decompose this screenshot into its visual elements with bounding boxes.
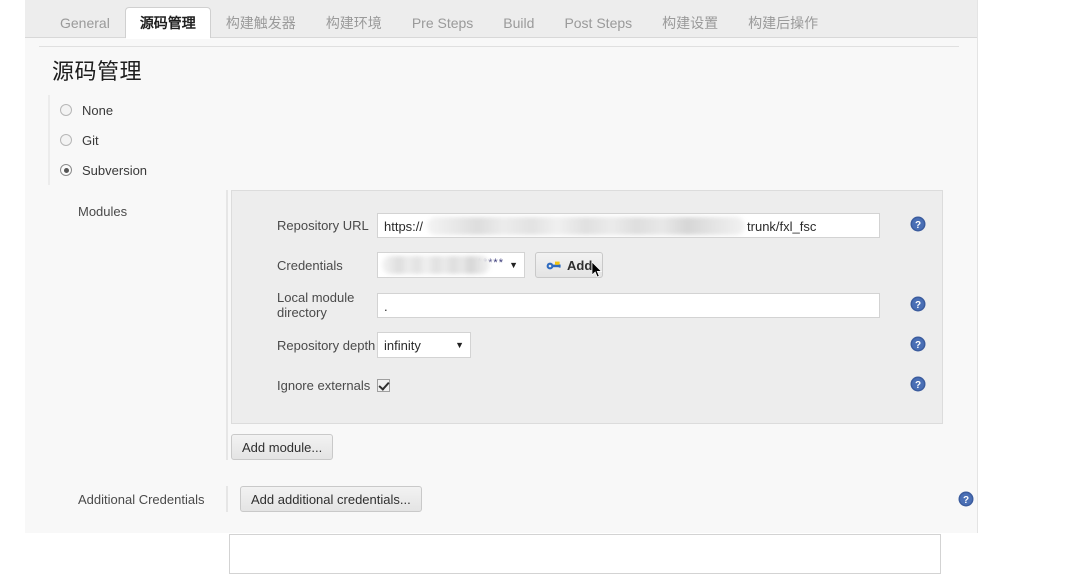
page-title: 源码管理 xyxy=(52,59,143,84)
tab-build[interactable]: Build xyxy=(488,7,549,38)
tab-build-triggers[interactable]: 构建触发器 xyxy=(211,7,311,38)
tab-label: 源码管理 xyxy=(139,15,196,31)
field-repository-url: Repository URL https:// trunk/fxl_fsc ? xyxy=(232,205,942,245)
field-label: Ignore externals xyxy=(277,377,371,393)
help-icon[interactable]: ? xyxy=(910,296,926,312)
additional-credentials-control: Add additional credentials... xyxy=(226,486,978,512)
field-credentials: Credentials ***** ▼ Add xyxy=(232,245,942,285)
tab-label: Post Steps xyxy=(564,15,633,31)
next-field-label-partial xyxy=(48,534,226,544)
local-module-directory-input[interactable]: . xyxy=(377,292,880,318)
modules-row: Modules Repository URL https:// trunk/fxl… xyxy=(48,190,978,460)
tab-label: 构建环境 xyxy=(325,15,382,31)
tab-build-settings[interactable]: 构建设置 xyxy=(647,7,733,38)
field-local-module-directory: Local module directory . ? xyxy=(232,285,942,325)
help-icon[interactable]: ? xyxy=(958,491,974,507)
add-module-button[interactable]: Add module... xyxy=(231,434,334,460)
tab-source-code-management[interactable]: 源码管理 xyxy=(124,7,211,39)
heading-divider xyxy=(39,46,959,47)
radio-icon[interactable] xyxy=(60,134,72,146)
tab-post-steps[interactable]: Post Steps xyxy=(549,7,647,38)
scm-option-label: None xyxy=(82,102,114,118)
tab-label: Build xyxy=(503,15,535,31)
scm-option-label: Git xyxy=(82,132,99,148)
add-button-label: Add xyxy=(567,257,593,273)
chevron-down-icon: ▼ xyxy=(509,259,518,270)
help-icon[interactable]: ? xyxy=(910,216,926,232)
add-credentials-button[interactable]: Add xyxy=(535,252,604,278)
field-control: https:// trunk/fxl_fsc xyxy=(377,212,942,238)
repository-url-input[interactable]: https:// trunk/fxl_fsc xyxy=(377,212,880,238)
svg-text:?: ? xyxy=(963,495,969,506)
radio-icon[interactable] xyxy=(60,104,72,116)
field-label: Repository depth xyxy=(277,337,376,353)
field-ignore-externals: Ignore externals ? xyxy=(232,365,942,405)
tab-label: 构建设置 xyxy=(662,15,719,31)
tab-build-environment[interactable]: 构建环境 xyxy=(311,7,397,38)
credentials-select[interactable]: ***** ▼ xyxy=(377,252,525,278)
redaction-blur xyxy=(382,256,490,274)
chevron-down-icon: ▼ xyxy=(455,339,464,350)
svg-text:?: ? xyxy=(915,380,921,391)
svg-text:?: ? xyxy=(915,220,921,231)
repository-depth-select[interactable]: infinity ▼ xyxy=(377,332,471,358)
field-label: Repository URL xyxy=(277,217,369,233)
help-icon[interactable]: ? xyxy=(910,336,926,352)
svg-text:?: ? xyxy=(915,300,921,311)
scm-option-none[interactable]: None xyxy=(60,95,953,125)
add-additional-credentials-button[interactable]: Add additional credentials... xyxy=(240,486,422,512)
redaction-blur xyxy=(427,216,745,235)
tab-post-build-actions[interactable]: 构建后操作 xyxy=(733,7,833,38)
repository-url-suffix: trunk/fxl_fsc xyxy=(747,218,817,234)
tab-pre-steps[interactable]: Pre Steps xyxy=(397,7,488,38)
help-icon[interactable]: ? xyxy=(910,376,926,392)
svg-text:?: ? xyxy=(915,340,921,351)
tab-label: Pre Steps xyxy=(411,15,474,31)
radio-icon-selected[interactable] xyxy=(60,164,72,176)
field-repository-depth: Repository depth infinity ▼ ? xyxy=(232,325,942,365)
repository-depth-value: infinity xyxy=(384,337,421,353)
field-control: ***** ▼ Add xyxy=(377,252,942,278)
next-field-row-partial xyxy=(48,534,978,574)
modules-label: Modules xyxy=(78,204,128,219)
field-label: Local module directory xyxy=(277,290,355,320)
scm-radio-group: None Git Subversion xyxy=(48,95,953,185)
additional-credentials-label: Additional Credentials xyxy=(78,491,205,507)
field-control: infinity ▼ xyxy=(377,332,942,358)
scm-option-git[interactable]: Git xyxy=(60,125,953,155)
jenkins-job-config-page: General 源码管理 构建触发器 构建环境 Pre Steps Build … xyxy=(0,0,1079,574)
field-label: Credentials xyxy=(277,257,343,273)
config-tab-bar: General 源码管理 构建触发器 构建环境 Pre Steps Build … xyxy=(25,0,977,39)
tab-label: General xyxy=(60,15,110,31)
key-icon xyxy=(546,261,561,270)
repository-url-prefix: https:// xyxy=(384,218,424,234)
module-panel: Repository URL https:// trunk/fxl_fsc ? C… xyxy=(231,190,943,424)
field-control xyxy=(377,378,942,392)
additional-credentials-row: Additional Credentials Add additional cr… xyxy=(48,486,978,512)
modules-panel-wrap: Repository URL https:// trunk/fxl_fsc ? C… xyxy=(226,190,978,460)
ignore-externals-checkbox[interactable] xyxy=(377,378,390,392)
tab-general[interactable]: General xyxy=(45,7,125,38)
tab-label: 构建触发器 xyxy=(225,15,296,31)
scm-option-label: Subversion xyxy=(82,162,148,178)
subversion-settings: Modules Repository URL https:// trunk/fxl… xyxy=(48,190,978,574)
field-control: . xyxy=(377,292,942,318)
next-field-input-partial[interactable] xyxy=(229,534,941,574)
config-content-column: General 源码管理 构建触发器 构建环境 Pre Steps Build … xyxy=(25,0,978,574)
scm-option-subversion[interactable]: Subversion xyxy=(60,155,953,185)
tab-label: 构建后操作 xyxy=(748,15,819,31)
